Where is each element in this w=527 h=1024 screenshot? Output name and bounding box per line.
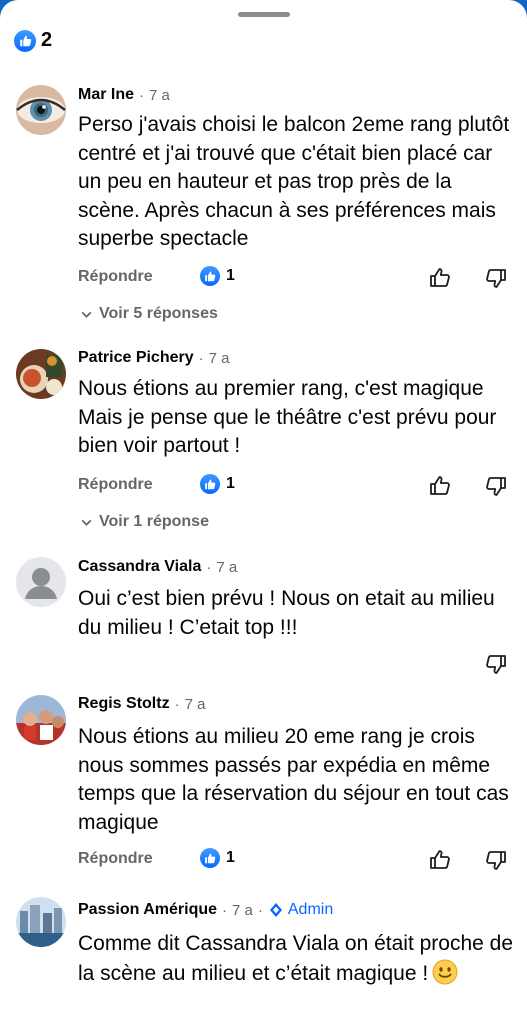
comment-actions: Répondre 1 [78,848,527,874]
like-reaction-icon [200,848,220,868]
like-reaction-icon [200,474,220,494]
comment-text: Perso j'avais choisi le balcon 2eme rang… [78,113,510,250]
comment-reactions[interactable]: 1 [200,848,235,868]
separator-dot: · [174,695,180,713]
comment-time[interactable]: 7 a [216,559,237,576]
thumbs-up-icon[interactable] [428,266,452,290]
city-photo-avatar[interactable] [16,897,66,947]
like-reaction-icon [200,266,220,286]
reaction-summary[interactable]: 2 [14,29,52,52]
comment-actions: Répondre 1 [78,266,527,292]
comment-meta: Mar Ine · 7 a [78,86,170,104]
eye-photo-avatar[interactable] [16,85,66,135]
slightly-smiling-face-icon [432,959,458,985]
author-name[interactable]: Mar Ine [78,86,134,104]
comment-meta: Regis Stoltz · 7 a [78,695,205,713]
thumbs-up-icon[interactable] [428,474,452,498]
comments-sheet: 2 Mar Ine · 7 a Perso j'avais choisi le … [0,0,527,1024]
chevron-down-icon [81,519,92,526]
comment-reactions[interactable]: 1 [200,474,235,494]
default-person-avatar[interactable] [16,557,66,607]
separator-dot: · [139,86,145,104]
comment-text: Oui c’est bien prévu ! Nous on etait au … [78,587,495,639]
reply-button[interactable]: Répondre [78,850,153,868]
thumbs-up-icon[interactable] [428,848,452,872]
view-replies-link[interactable]: Voir 5 réponses [80,305,218,323]
comment-time[interactable]: 7 a [209,350,230,367]
separator-dot: · [198,349,204,367]
food-photo-avatar[interactable] [16,349,66,399]
comment-meta: Cassandra Viala · 7 a [78,558,237,576]
author-name[interactable]: Passion Amérique [78,901,217,919]
comment-time[interactable]: 7 a [185,696,206,713]
thumbs-down-icon[interactable] [484,652,508,676]
reply-button[interactable]: Répondre [78,268,153,286]
thumbs-down-icon[interactable] [484,266,508,290]
comment-time[interactable]: 7 a [149,87,170,104]
reaction-count: 1 [226,267,235,284]
reaction-count: 1 [226,849,235,866]
like-reaction-icon [14,29,36,52]
drag-handle[interactable] [238,12,290,17]
author-name[interactable]: Regis Stoltz [78,695,170,713]
comment-actions: Répondre 1 [78,474,527,500]
admin-label: Admin [287,901,334,918]
admin-shield-icon [269,903,282,917]
reaction-count: 1 [226,475,235,492]
thumbs-down-icon[interactable] [484,848,508,872]
comment-text: Nous étions au milieu 20 eme rang je cro… [78,725,509,834]
comment-meta: Passion Amérique · 7 a · Admin [78,901,333,919]
comment-reactions[interactable]: 1 [200,266,235,286]
comment-meta: Patrice Pichery · 7 a [78,349,229,367]
comment-text: Nous étions au premier rang, c'est magiq… [78,377,497,457]
group-photo-avatar[interactable] [16,695,66,745]
separator-dot: · [222,901,228,919]
reaction-count: 2 [41,29,53,51]
view-replies-label: Voir 5 réponses [99,305,218,322]
comment-text: Comme dit Cassandra Viala on était proch… [78,930,518,988]
thumbs-down-icon[interactable] [484,474,508,498]
separator-dot: · [257,901,263,919]
separator-dot: · [206,558,212,576]
comment-actions [78,652,527,678]
comment-time[interactable]: 7 a [232,902,253,919]
author-name[interactable]: Cassandra Viala [78,558,201,576]
chevron-down-icon [81,311,92,318]
view-replies-label: Voir 1 réponse [99,513,209,530]
admin-badge: Admin [268,901,333,919]
author-name[interactable]: Patrice Pichery [78,349,194,367]
reply-button[interactable]: Répondre [78,476,153,494]
view-replies-link[interactable]: Voir 1 réponse [80,513,209,531]
